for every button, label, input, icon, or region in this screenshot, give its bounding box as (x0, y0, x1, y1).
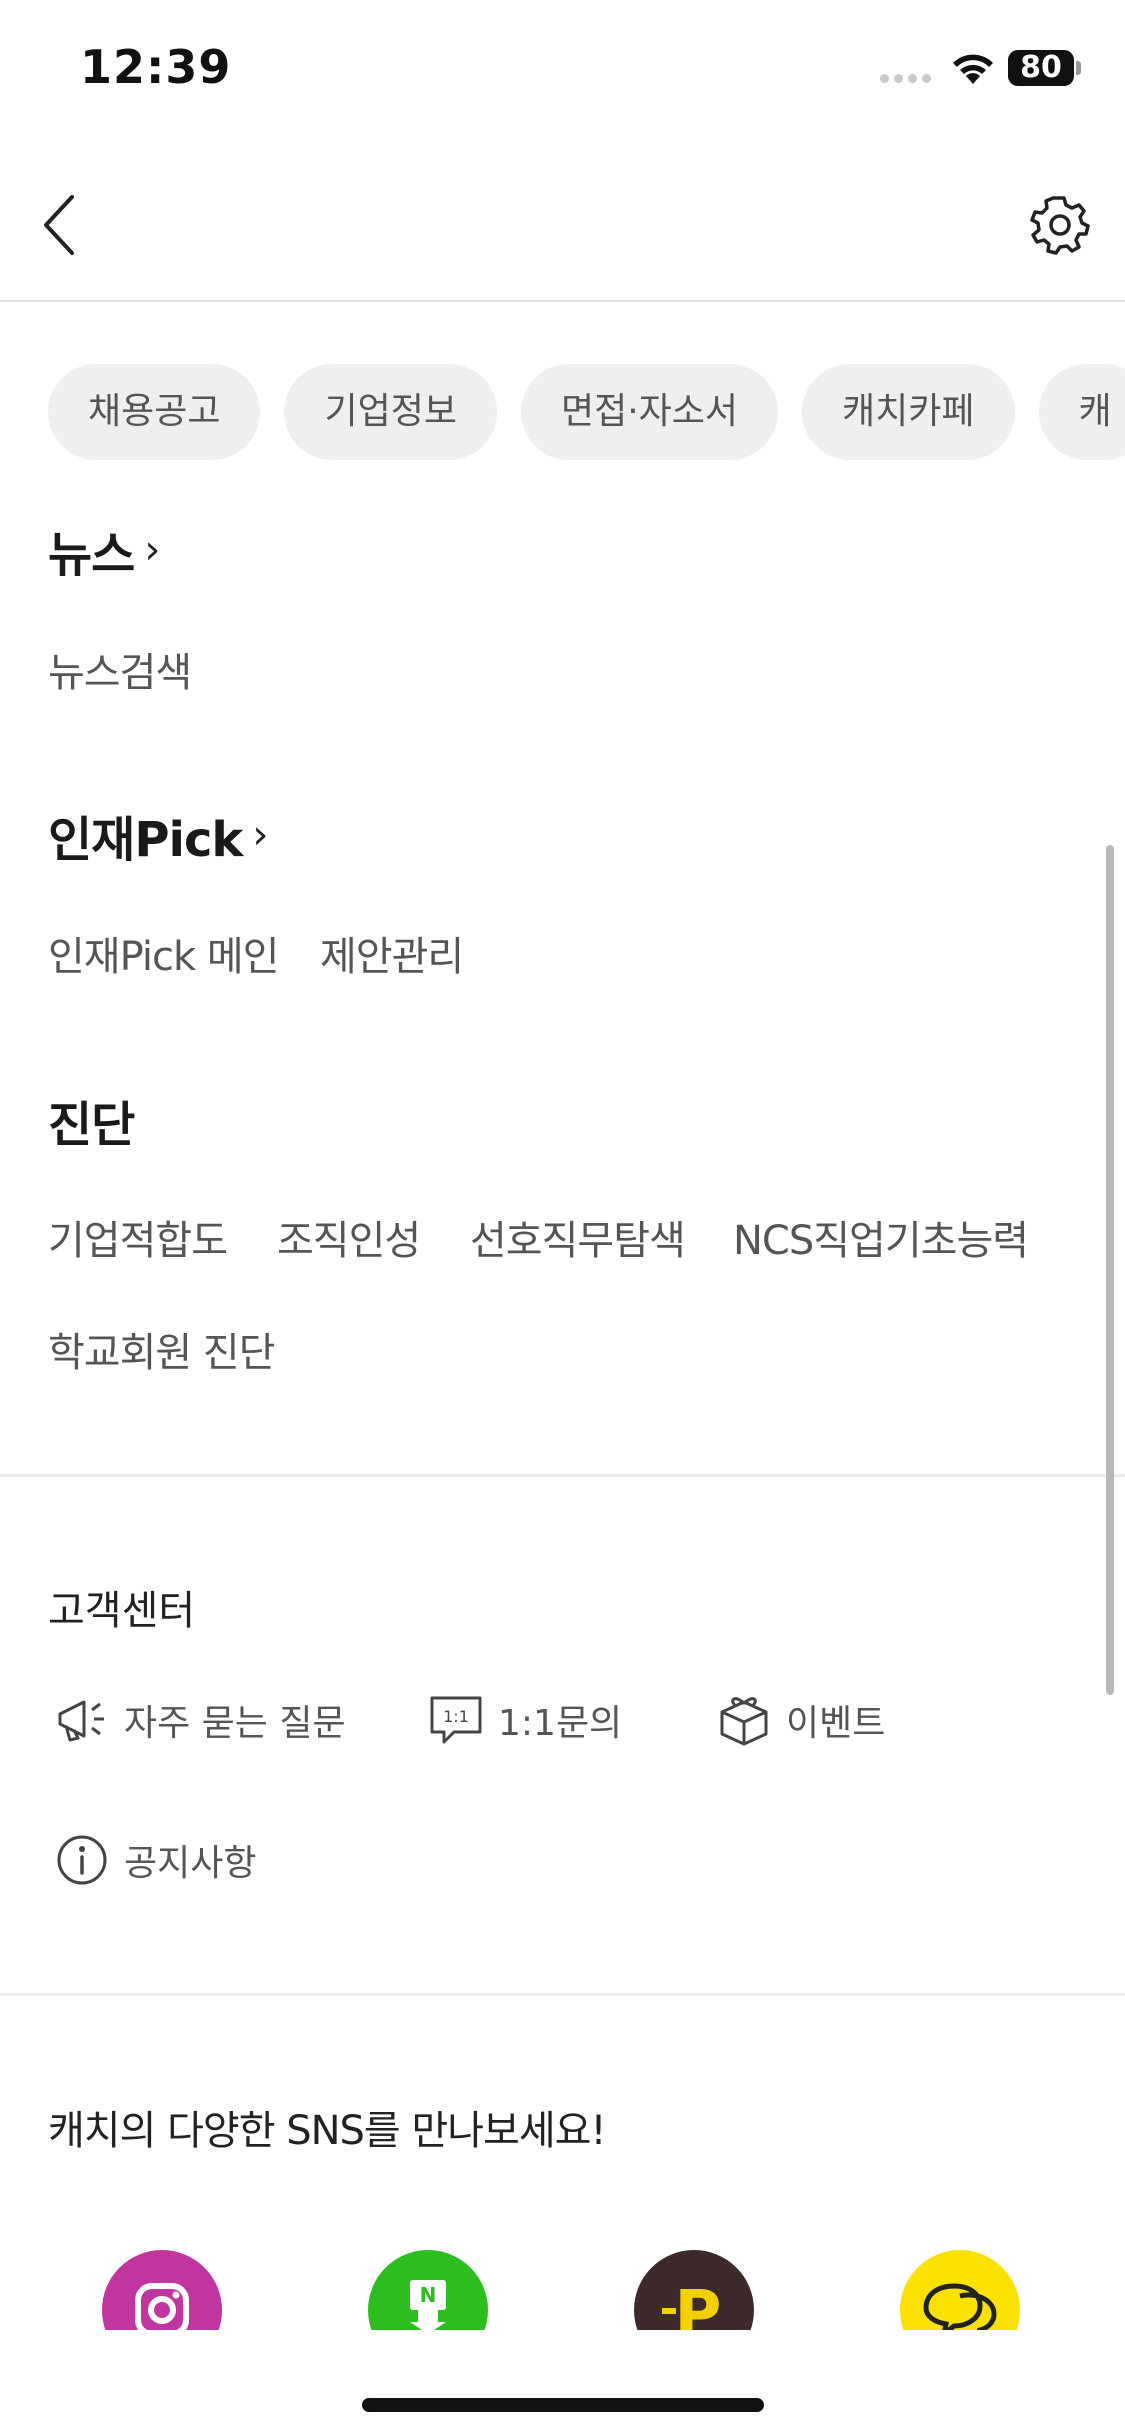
faq-link[interactable]: 자주 묻는 질문 (54, 1692, 346, 1748)
personality-link[interactable]: 조직인성 (277, 1208, 421, 1266)
section-divider (0, 1474, 1125, 1477)
faq-label: 자주 묻는 질문 (124, 1703, 346, 1744)
battery-tip (1076, 61, 1081, 75)
podcast-icon: P (634, 2250, 754, 2330)
job-preference-link[interactable]: 선호직무탐색 (470, 1208, 686, 1266)
chevron-right-icon: › (144, 527, 160, 573)
diagnosis-section-title: 진단 (48, 1085, 135, 1155)
back-chevron-icon[interactable] (30, 185, 90, 265)
status-time: 12:39 (80, 40, 232, 94)
chat-bubble-icon: 1:1 (430, 1696, 482, 1744)
talent-pick-title-text: 인재Pick (48, 812, 243, 868)
chevron-right-icon: › (252, 812, 268, 858)
svg-text:P: P (675, 2278, 722, 2330)
megaphone-icon (58, 1700, 104, 1742)
ncs-link[interactable]: NCS직업기초능력 (733, 1208, 1029, 1266)
podcast-button[interactable]: P (634, 2250, 754, 2330)
chip-company-info[interactable]: 기업정보 (284, 364, 497, 460)
svg-text:1:1: 1:1 (443, 1707, 469, 1726)
news-section-title[interactable]: 뉴스 › (48, 515, 160, 585)
naver-blog-icon: N (368, 2250, 488, 2330)
gift-box-icon (720, 1697, 768, 1746)
wifi-icon (953, 54, 993, 84)
instagram-icon (102, 2250, 222, 2330)
event-label: 이벤트 (786, 1703, 886, 1744)
signal-icon (880, 74, 931, 83)
scrollbar[interactable] (1106, 845, 1114, 1695)
proposal-management-link[interactable]: 제안관리 (320, 924, 464, 982)
chip-jobs[interactable]: 채용공고 (48, 364, 261, 460)
talent-pick-section-title[interactable]: 인재Pick › (48, 800, 268, 870)
event-link[interactable]: 이벤트 (716, 1692, 885, 1748)
news-search-link[interactable]: 뉴스검색 (48, 640, 192, 698)
school-member-diagnosis-link[interactable]: 학교회원 진단 (48, 1320, 276, 1378)
chip-interview[interactable]: 면접·자소서 (520, 364, 779, 460)
status-bar: 12:39 80 (0, 0, 1125, 140)
battery-indicator: 80 (1008, 50, 1074, 86)
kakao-talk-icon (900, 2250, 1020, 2330)
section-divider (0, 1993, 1125, 1996)
customer-center-title: 고객센터 (48, 1588, 196, 1634)
notice-label: 공지사항 (124, 1843, 257, 1884)
info-icon (57, 1835, 107, 1885)
news-title-text: 뉴스 (48, 527, 135, 583)
sns-title: 캐치의 다양한 SNS를 만나보세요! (48, 2108, 606, 2154)
instagram-button[interactable] (102, 2250, 222, 2330)
kakao-talk-button[interactable] (900, 2250, 1020, 2330)
gear-icon[interactable] (1025, 185, 1095, 265)
notice-link[interactable]: 공지사항 (54, 1832, 256, 1888)
chip-overflow[interactable]: 캐 (1038, 364, 1125, 460)
naver-blog-button[interactable]: N (368, 2250, 488, 2330)
svg-text:N: N (420, 2283, 437, 2307)
one-to-one-inquiry-link[interactable]: 1:1 1:1문의 (428, 1692, 622, 1748)
diagnosis-title-text: 진단 (48, 1097, 135, 1153)
chip-catch-cafe[interactable]: 캐치카페 (802, 364, 1015, 460)
navigation-bar (0, 150, 1125, 302)
category-chip-row: 채용공고 기업정보 면접·자소서 캐치카페 캐 (48, 364, 1125, 460)
inquiry-label: 1:1문의 (498, 1703, 623, 1744)
home-indicator[interactable] (362, 2398, 764, 2412)
talent-pick-main-link[interactable]: 인재Pick 메인 (48, 924, 279, 982)
company-fit-link[interactable]: 기업적합도 (48, 1208, 228, 1266)
